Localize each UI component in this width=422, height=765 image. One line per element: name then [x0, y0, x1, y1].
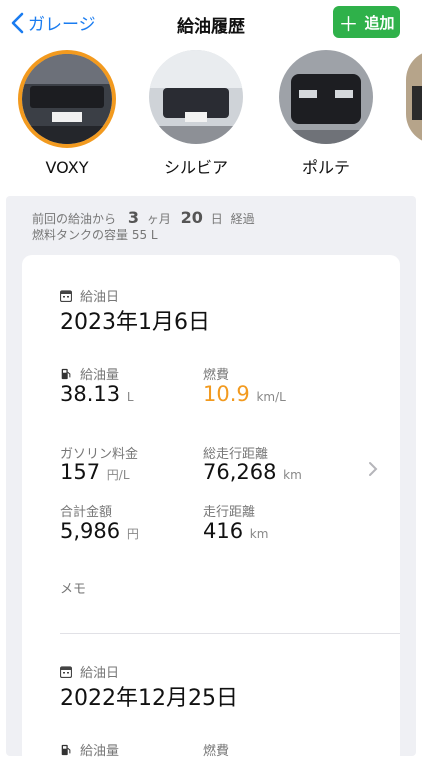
elapsed-months: 3	[127, 208, 139, 227]
car-item-voxy[interactable]: VOXY	[17, 50, 117, 177]
nav-bar: ガレージ 給油履歴 ＋ 追加	[0, 0, 422, 44]
amount-value: 38.13 L	[60, 382, 134, 406]
car-selector: VOXY シルビア ポルテ	[0, 50, 422, 185]
memo-label: メモ	[60, 582, 87, 597]
plus-icon: ＋	[338, 11, 359, 36]
record-date: 2022年12月25日	[60, 686, 238, 711]
fuel-eff-label: 燃費	[203, 368, 230, 383]
car-name: シルビア	[163, 158, 228, 177]
elapsed-suffix: 経過	[230, 212, 255, 226]
add-label: 追加	[364, 13, 395, 32]
car-item-porte[interactable]: ポルテ	[276, 50, 376, 178]
record-date: 2023年1月6日	[60, 310, 210, 335]
elapsed-months-unit: ヶ月	[146, 212, 171, 226]
fuel-eff-value: 10.9 km/L	[203, 382, 286, 406]
total-label: 合計金額	[60, 505, 113, 520]
elapsed-summary: 前回の給油から 3 ヶ月 20 日 経過 燃料タンクの容量 55 L	[32, 210, 255, 243]
car-item-silvia[interactable]: シルビア	[146, 50, 246, 178]
add-button[interactable]: ＋ 追加	[333, 6, 400, 38]
car-photo	[149, 50, 243, 144]
calendar-icon	[60, 665, 72, 678]
calendar-icon	[60, 289, 72, 302]
dist-value: 416 km	[203, 519, 269, 543]
car-photo	[18, 50, 116, 148]
elapsed-days: 20	[180, 208, 203, 227]
total-value: 5,986 円	[60, 519, 139, 543]
tank-capacity: 燃料タンクの容量 55 L	[32, 228, 158, 242]
dist-label: 走行距離	[203, 505, 256, 520]
date-label: 給油日	[60, 286, 119, 305]
date-label: 給油日	[60, 662, 119, 681]
price-value: 157 円/L	[60, 460, 130, 484]
car-name: ポルテ	[301, 158, 350, 177]
fuel-pump-icon	[61, 368, 71, 379]
odo-value: 76,268 km	[203, 460, 302, 484]
record-divider	[60, 633, 400, 634]
amount-label: 給油量	[60, 364, 119, 383]
car-photo	[279, 50, 373, 144]
car-photo	[406, 50, 422, 144]
elapsed-prefix: 前回の給油から	[32, 212, 117, 226]
elapsed-days-unit: 日	[210, 212, 223, 226]
chevron-right-icon[interactable]	[368, 461, 378, 477]
car-name: VOXY	[45, 158, 89, 177]
car-item-partial[interactable]	[406, 50, 422, 144]
